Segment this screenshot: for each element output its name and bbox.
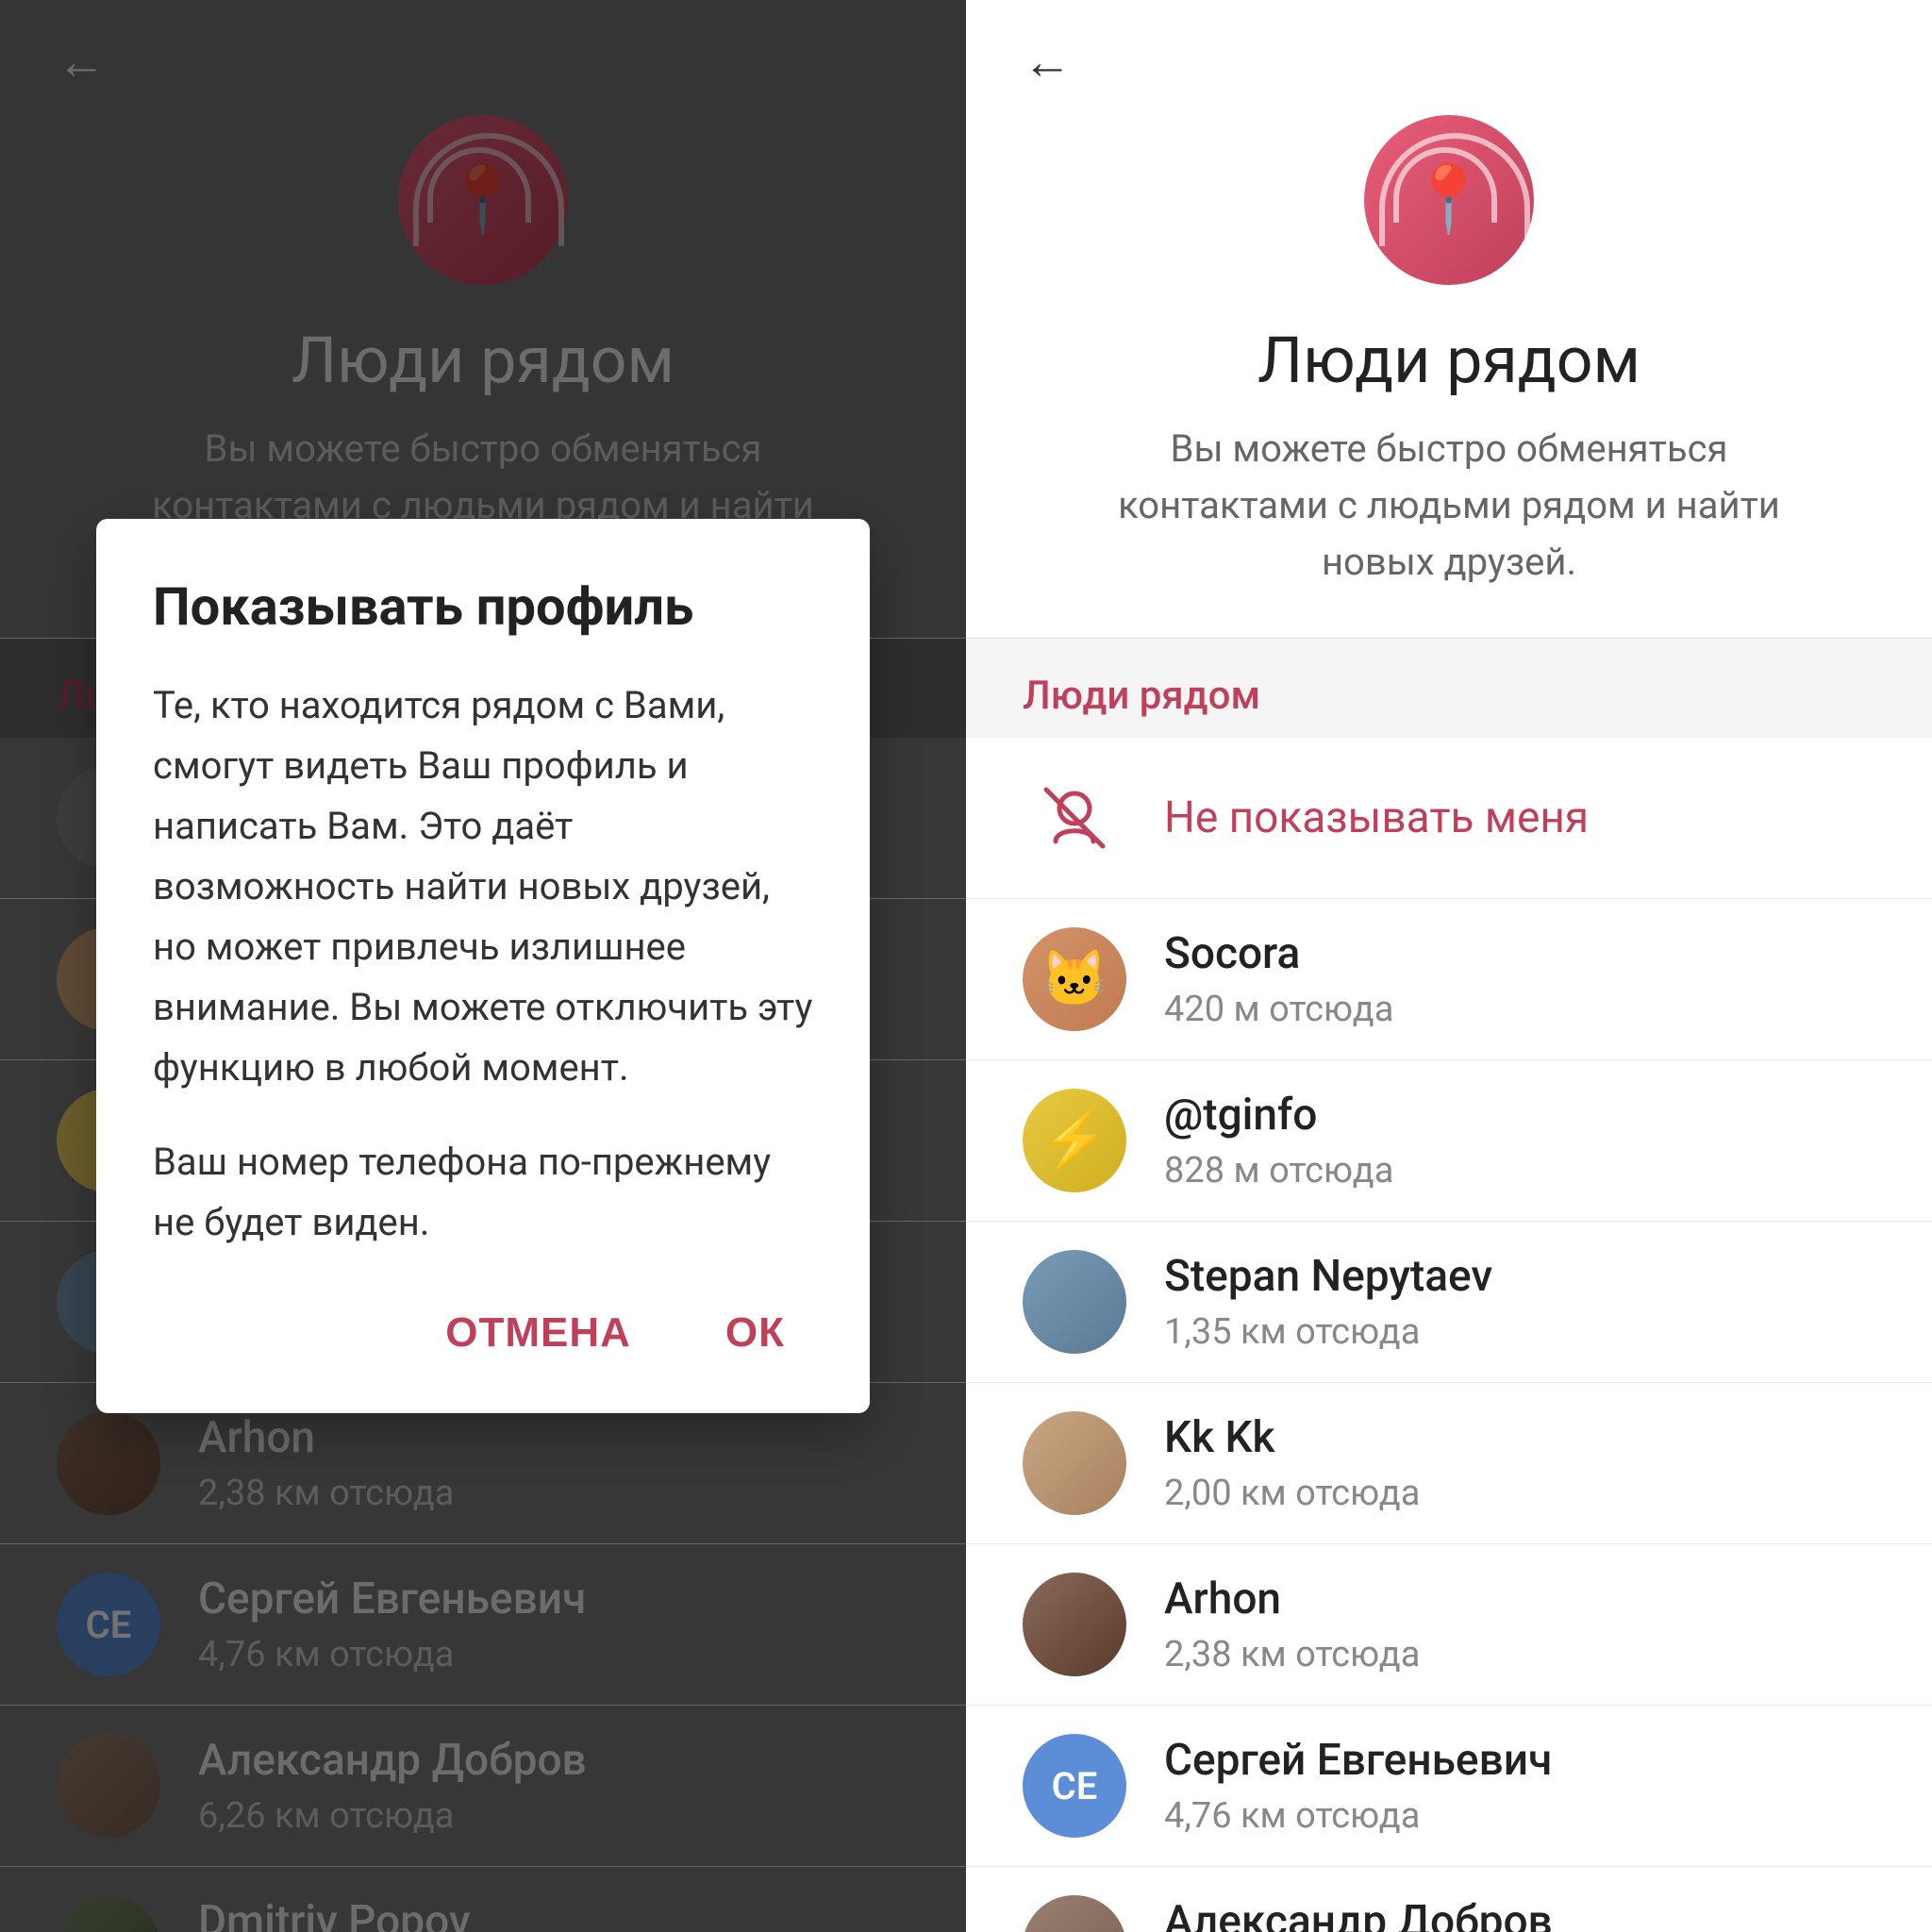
list-item-kk[interactable]: Kk Kk 2,00 км отсюда <box>966 1383 1932 1544</box>
avatar-arhon-right <box>1023 1573 1126 1676</box>
list-item-socora[interactable]: 🐱 Socora 420 м отсюда <box>966 899 1932 1060</box>
tginfo-name: @tginfo <box>1164 1090 1393 1141</box>
avatar-kk <box>1023 1411 1126 1515</box>
stepan-info: Stepan Nepytaev 1,35 км отсюда <box>1164 1251 1492 1352</box>
modal-cancel-button[interactable]: ОТМЕНА <box>417 1291 659 1375</box>
left-panel: ← 📍 Люди рядом Вы можете быстро обменять… <box>0 0 966 1932</box>
modal-body-p1: Те, кто находится рядом с Вами, смогут в… <box>153 675 813 1098</box>
avatar-ce-right: CE <box>1023 1734 1126 1838</box>
not-visible-item[interactable]: Не показывать меня <box>966 738 1932 899</box>
right-panel-content: ← 📍 Люди рядом Вы можете быстро обменять… <box>966 0 1932 1932</box>
modal-body-p2: Ваш номер телефона по-прежнему не будет … <box>153 1132 813 1253</box>
kk-name: Kk Kk <box>1164 1412 1420 1464</box>
right-location-icon: 📍 <box>1364 115 1534 285</box>
list-item-tginfo[interactable]: ⚡ @tginfo 828 м отсюда <box>966 1060 1932 1222</box>
avatar-socora: 🐱 <box>1023 927 1126 1031</box>
not-visible-text: Не показывать меня <box>1164 792 1589 843</box>
list-item-sergey-right[interactable]: CE Сергей Евгеньевич 4,76 км отсюда <box>966 1706 1932 1867</box>
arhon-info-right: Arhon 2,38 км отсюда <box>1164 1574 1420 1674</box>
kk-info: Kk Kk 2,00 км отсюда <box>1164 1412 1420 1513</box>
modal-body: Те, кто находится рядом с Вами, смогут в… <box>153 675 813 1253</box>
socora-name: Socora <box>1164 928 1393 980</box>
avatar-tginfo: ⚡ <box>1023 1089 1126 1192</box>
sergey-distance-right: 4,76 км отсюда <box>1164 1795 1552 1837</box>
alex-name-right: Александр Добров <box>1164 1896 1553 1932</box>
stepan-name: Stepan Nepytaev <box>1164 1251 1492 1303</box>
kk-distance: 2,00 км отсюда <box>1164 1473 1420 1514</box>
right-panel: ← 📍 Люди рядом Вы можете быстро обменять… <box>966 0 1932 1932</box>
right-page-subtitle: Вы можете быстро обменяться контактами с… <box>1091 421 1807 591</box>
right-back-button[interactable]: ← <box>1023 38 1072 87</box>
modal-overlay[interactable]: Показывать профиль Те, кто находится ряд… <box>0 0 966 1932</box>
right-section-header: Люди рядом <box>966 639 1932 738</box>
socora-distance: 420 м отсюда <box>1164 989 1393 1030</box>
tginfo-distance: 828 м отсюда <box>1164 1150 1393 1191</box>
stepan-distance: 1,35 км отсюда <box>1164 1311 1492 1353</box>
right-page-title: Люди рядом <box>1257 323 1641 398</box>
modal-ok-button[interactable]: ОК <box>697 1291 813 1375</box>
right-icon-inner: 📍 <box>1407 161 1490 239</box>
list-item-arhon-right[interactable]: Arhon 2,38 км отсюда <box>966 1544 1932 1706</box>
tginfo-info: @tginfo 828 м отсюда <box>1164 1090 1393 1191</box>
arhon-distance-right: 2,38 км отсюда <box>1164 1634 1420 1675</box>
arhon-name-right: Arhon <box>1164 1574 1420 1625</box>
right-header: ← 📍 Люди рядом Вы можете быстро обменять… <box>966 0 1932 639</box>
modal-dialog: Показывать профиль Те, кто находится ряд… <box>96 519 870 1413</box>
sergey-info-right: Сергей Евгеньевич 4,76 км отсюда <box>1164 1735 1552 1836</box>
alex-info-right: Александр Добров 6,26 км отсюда <box>1164 1896 1553 1932</box>
right-people-list: Не показывать меня 🐱 Socora 420 м отсюда… <box>966 738 1932 1932</box>
avatar-alex-right <box>1023 1895 1126 1932</box>
modal-title: Показывать профиль <box>153 575 813 638</box>
sergey-name-right: Сергей Евгеньевич <box>1164 1735 1552 1787</box>
not-visible-icon <box>1023 766 1126 870</box>
socora-info: Socora 420 м отсюда <box>1164 928 1393 1029</box>
list-item-alex-right[interactable]: Александр Добров 6,26 км отсюда <box>966 1867 1932 1932</box>
avatar-stepan <box>1023 1250 1126 1354</box>
list-item-stepan[interactable]: Stepan Nepytaev 1,35 км отсюда <box>966 1222 1932 1383</box>
modal-actions: ОТМЕНА ОК <box>153 1291 813 1375</box>
